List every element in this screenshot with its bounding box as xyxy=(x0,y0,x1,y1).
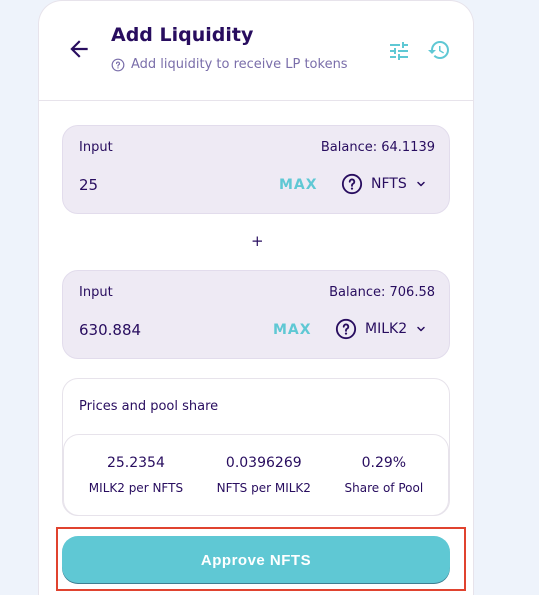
tune-icon xyxy=(390,42,408,60)
input-panel-milk2: Input Balance: 706.58 MAX MILK2 xyxy=(62,270,450,359)
history-icon xyxy=(428,41,449,60)
add-liquidity-card: Add Liquidity Add liquidity to receive L… xyxy=(38,0,474,595)
input-label: Input xyxy=(79,285,113,300)
chevron-down-icon xyxy=(417,326,425,332)
stat-label: MILK2 per NFTS xyxy=(88,481,184,495)
token-symbol: NFTS xyxy=(371,176,407,192)
subtitle-row: Add liquidity to receive LP tokens xyxy=(111,57,348,72)
card-header: Add Liquidity Add liquidity to receive L… xyxy=(39,1,473,101)
page-subtitle: Add liquidity to receive LP tokens xyxy=(131,57,348,72)
pool-share-box: Prices and pool share 25.2354 MILK2 per … xyxy=(62,378,450,516)
balance-label: Balance: 64.1139 xyxy=(320,140,435,155)
settings-button[interactable] xyxy=(387,39,411,63)
token-select-milk2[interactable]: MILK2 xyxy=(335,318,427,340)
question-circle-icon xyxy=(341,173,363,195)
pool-stats: 25.2354 MILK2 per NFTS 0.0396269 NFTS pe… xyxy=(63,434,449,516)
pool-stat: 25.2354 MILK2 per NFTS xyxy=(89,455,183,495)
pool-stat: 0.29% Share of Pool xyxy=(345,455,424,495)
approve-button[interactable]: Approve NFTS xyxy=(62,536,450,584)
balance-label: Balance: 706.58 xyxy=(329,285,435,300)
input-panel-nfts: Input Balance: 64.1139 MAX NFTS xyxy=(62,125,450,214)
pool-share-title: Prices and pool share xyxy=(79,399,219,414)
input-label: Input xyxy=(79,140,113,155)
max-button-nfts[interactable]: MAX xyxy=(279,177,318,193)
amount-input-nfts[interactable] xyxy=(79,176,259,194)
token-symbol: MILK2 xyxy=(365,321,408,337)
chevron-down-icon xyxy=(416,181,425,187)
token-select-nfts[interactable]: NFTS xyxy=(341,173,427,195)
stat-value: 0.0396269 xyxy=(225,455,302,471)
plus-sign: + xyxy=(251,232,264,250)
arrow-left-icon xyxy=(70,40,88,58)
stat-value: 0.29% xyxy=(361,455,407,471)
page-title: Add Liquidity xyxy=(111,24,254,46)
max-button-milk2[interactable]: MAX xyxy=(273,322,312,338)
back-button[interactable] xyxy=(63,33,95,65)
history-button[interactable] xyxy=(427,38,451,62)
question-circle-icon[interactable] xyxy=(111,58,125,72)
stat-label: NFTS per MILK2 xyxy=(216,481,311,495)
pool-stat: 0.0396269 NFTS per MILK2 xyxy=(217,455,311,495)
amount-input-milk2[interactable] xyxy=(79,321,259,339)
stat-value: 25.2354 xyxy=(106,455,165,471)
stat-label: Share of Pool xyxy=(344,481,424,495)
question-circle-icon xyxy=(335,318,357,340)
